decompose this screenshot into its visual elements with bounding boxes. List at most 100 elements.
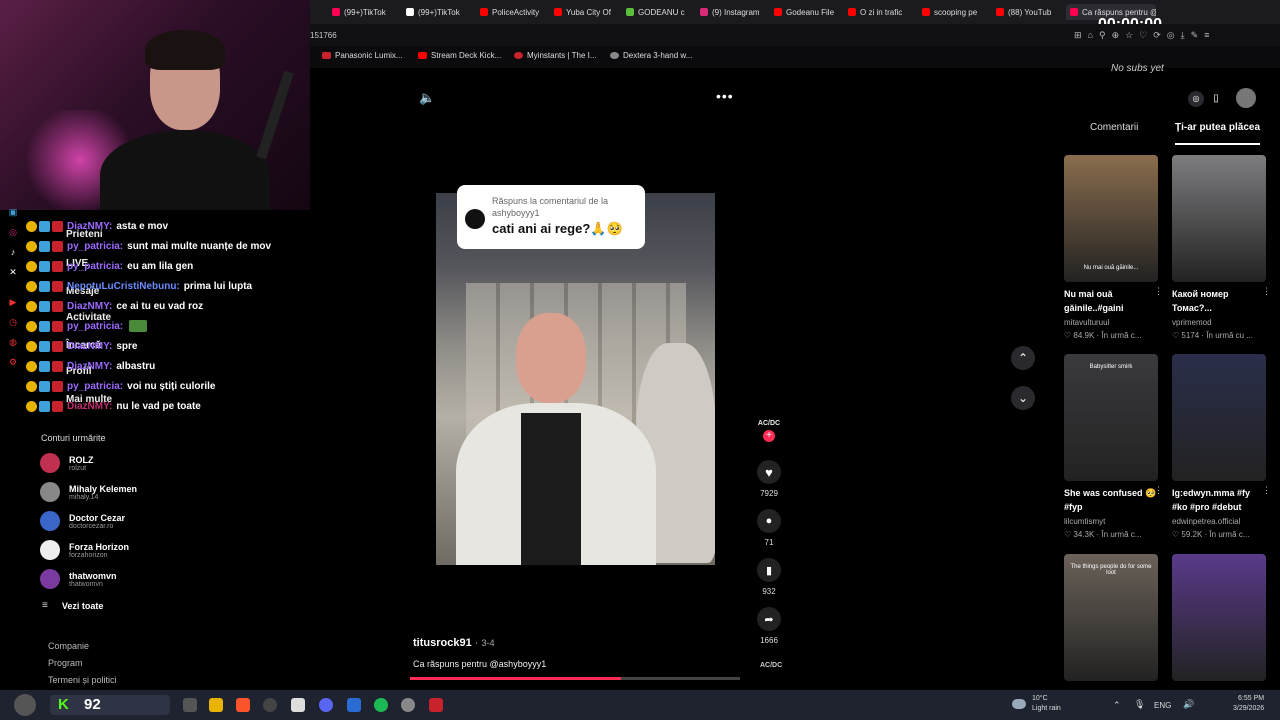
previous-video-button[interactable]: ⌃ — [1011, 346, 1035, 370]
chat-username[interactable]: DiazNMY: — [67, 301, 112, 312]
chat-username[interactable]: NepotuLuCristiNebunu: — [67, 281, 180, 292]
footer-company[interactable]: Companie — [48, 641, 89, 651]
followed-account[interactable]: ROLZ rolzut — [40, 450, 94, 476]
account-text: Doctor Cezar doctorcezar.ro — [69, 513, 125, 530]
followed-account[interactable]: Forza Horizon forzahorizon — [40, 537, 129, 563]
account-name: Doctor Cezar — [69, 512, 126, 523]
language-indicator[interactable]: ENG — [1154, 701, 1171, 710]
chat-badge-icon — [52, 300, 63, 312]
video-author[interactable]: lilcumtismyt — [1064, 517, 1105, 526]
bookmark-3[interactable]: Dextera 3-hand w... — [610, 51, 692, 60]
followed-account[interactable]: Doctor Cezar doctorcezar.ro — [40, 508, 125, 534]
more-options-icon[interactable]: ⋮ — [1154, 485, 1163, 496]
tab-comments[interactable]: Comentarii — [1090, 122, 1138, 133]
follows-heading: Conturi urmărite — [41, 433, 106, 443]
chat-username[interactable]: DiazNMY: — [67, 221, 112, 232]
chat-badge-icon — [26, 260, 37, 272]
chat-emote — [129, 320, 148, 332]
video-thumbnail[interactable] — [1172, 354, 1266, 481]
bookmark-1[interactable]: Stream Deck Kick... — [418, 51, 501, 60]
video-thumbnail[interactable] — [1172, 155, 1266, 282]
video-author[interactable]: edwinpetrea.official — [1172, 517, 1240, 526]
tab-4[interactable]: GODEANU c — [626, 4, 690, 20]
footer-terms[interactable]: Termeni și politici — [48, 675, 117, 685]
chevron-up-icon: ⌃ — [1017, 351, 1029, 365]
account-name: Mihaly Kelemen — [69, 483, 138, 494]
like-count: 7929 — [760, 489, 778, 498]
clock-date[interactable]: 3/29/2026 — [1233, 705, 1264, 712]
tab-8[interactable]: scooping pe — [922, 4, 986, 20]
address-bar[interactable]: 151766 ⊞⌂⚲⊕☆♡⟳◎⤓✎≡ — [310, 24, 1280, 46]
video-thumbnail[interactable]: Babysitter smirk — [1064, 354, 1158, 481]
followed-account[interactable]: thatwomvn thatwomvn — [40, 566, 117, 592]
steam-icon[interactable] — [263, 698, 277, 712]
next-video-button[interactable]: ⌄ — [1011, 386, 1035, 410]
chat-username[interactable]: py_patricia: — [67, 381, 123, 392]
volume-icon[interactable]: 🔈 — [419, 90, 435, 106]
video-author[interactable]: titusrock91 — [413, 637, 472, 649]
video-progress-track[interactable] — [410, 677, 740, 680]
app-icon[interactable] — [347, 698, 361, 712]
chat-username[interactable]: DiazNMY: — [67, 341, 112, 352]
video-stats: ♡ 59.2K · În urmă c... — [1172, 530, 1249, 539]
bookmark-0[interactable]: Panasonic Lumix... — [322, 51, 403, 60]
discord-icon[interactable] — [319, 698, 333, 712]
tab-0[interactable]: (99+)TikTok — [332, 4, 396, 20]
tab-label: O zi in trafic — [860, 7, 903, 17]
video-author-line[interactable]: titusrock91 · 3-4 — [413, 637, 495, 649]
obs-icon[interactable] — [401, 698, 415, 712]
tab-9[interactable]: (88) YouTub — [996, 4, 1060, 20]
more-options-icon[interactable]: ⋮ — [1262, 286, 1271, 297]
follow-plus-icon[interactable]: + — [763, 430, 775, 442]
spotify-icon[interactable] — [374, 698, 388, 712]
video-thumbnail[interactable]: The things people do for some loot — [1064, 554, 1158, 681]
speaker-icon[interactable]: 🔊 — [1183, 699, 1194, 710]
more-options-icon[interactable]: ⋮ — [1262, 485, 1271, 496]
share-button[interactable]: ➦ 1666 — [757, 607, 781, 645]
globe-icon: ◍ — [9, 337, 17, 347]
tab-7[interactable]: O zi in trafic — [848, 4, 912, 20]
video-title[interactable]: Ig:edwyn.mma #fy #ko #pro #debut — [1172, 486, 1268, 514]
tab-3[interactable]: Yuba City Of — [554, 4, 618, 20]
brave-browser-icon[interactable] — [236, 698, 250, 712]
chat-username[interactable]: py_patricia: — [67, 321, 123, 332]
tab-6[interactable]: Godeanu File — [774, 4, 838, 20]
video-title[interactable]: She was confused 🥺 #fyp — [1064, 486, 1160, 514]
chat-username[interactable]: DiazNMY: — [67, 361, 112, 372]
see-all-button[interactable]: ≡ Vezi toate — [42, 600, 103, 611]
followed-account[interactable]: Mihaly Kelemen mihaly.14 — [40, 479, 137, 505]
app-icon-red[interactable] — [429, 698, 443, 712]
tab-2[interactable]: PoliceActivity — [480, 4, 544, 20]
chat-username[interactable]: py_patricia: — [67, 241, 123, 252]
chat-username[interactable]: py_patricia: — [67, 261, 123, 272]
bookmark-2[interactable]: Myinstants | The I... — [514, 51, 597, 60]
recommendations-panel: Comentarii Ți-ar putea plăcea Nu mai ouă… — [1055, 70, 1280, 681]
tab-1[interactable]: (99+)TikTok — [406, 4, 470, 20]
like-button[interactable]: ♥ 7929 — [757, 460, 781, 498]
tab-you-may-like[interactable]: Ți-ar putea plăcea — [1175, 122, 1261, 145]
comment-button[interactable]: ● 71 — [757, 509, 781, 547]
video-title[interactable]: Nu mai ouă găinile..#gaini — [1064, 287, 1160, 315]
video-thumbnail[interactable]: Nu mai ouă găinile... — [1064, 155, 1158, 282]
tab-label: Godeanu File — [786, 7, 835, 17]
tray-chevron-icon[interactable]: ⌃ — [1113, 700, 1121, 711]
file-explorer-icon[interactable] — [209, 698, 223, 712]
store-icon[interactable] — [291, 698, 305, 712]
save-button[interactable]: ▮ 932 — [757, 558, 781, 596]
video-author[interactable]: vprimemod — [1172, 318, 1212, 327]
chat-username[interactable]: DiazNMY: — [67, 401, 112, 412]
extension-icons[interactable]: ⊞⌂⚲⊕☆♡⟳◎⤓✎≡ — [1074, 30, 1215, 41]
video-author[interactable]: mitavulturuul — [1064, 318, 1109, 327]
microphone-icon[interactable]: 🎙 — [1134, 699, 1145, 710]
footer-program[interactable]: Program — [48, 658, 83, 668]
url-fragment: 151766 — [310, 31, 337, 40]
author-avatar-button[interactable]: AC/DC + — [757, 420, 781, 442]
more-options-icon[interactable]: ⋮ — [1154, 286, 1163, 297]
taskview-icon[interactable] — [183, 698, 197, 712]
video-thumbnail[interactable] — [1172, 554, 1266, 681]
clock-time[interactable]: 6:55 PM — [1238, 695, 1264, 702]
music-disc[interactable]: AC/DC — [760, 662, 782, 669]
tab-5[interactable]: (9) Instagram — [700, 4, 764, 20]
more-options-icon[interactable]: ••• — [716, 88, 734, 104]
video-title[interactable]: Какой номер Томас?... — [1172, 287, 1268, 315]
